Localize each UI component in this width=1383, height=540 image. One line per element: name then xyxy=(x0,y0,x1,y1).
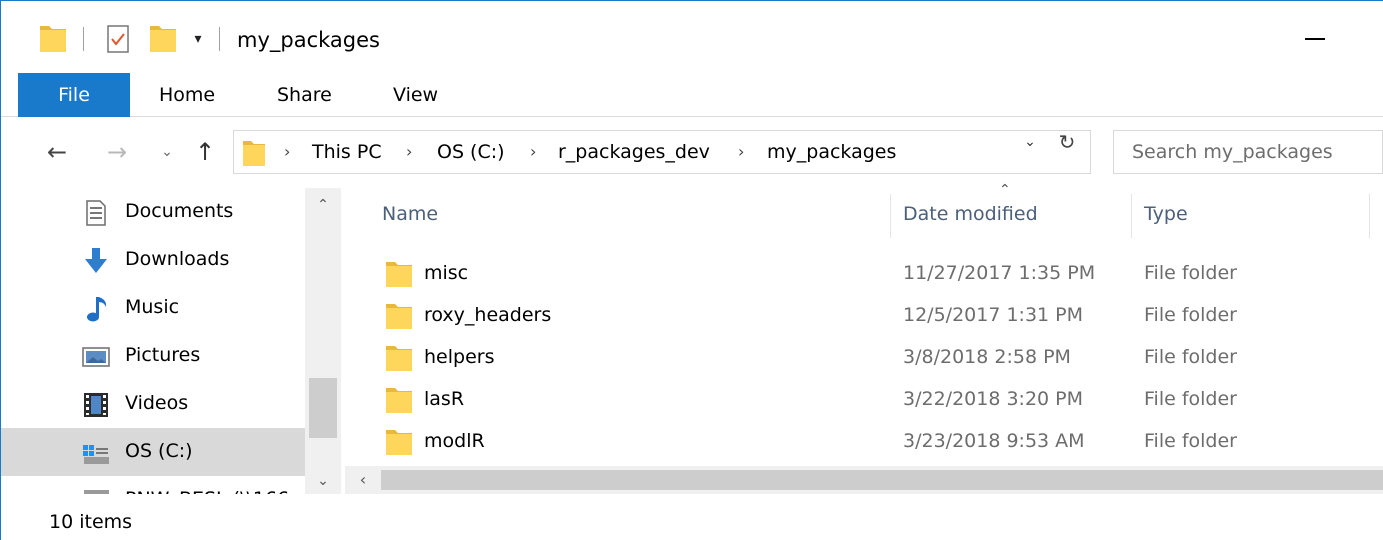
file-list: Name ⌃ Date modified Type misc 11/27/201… xyxy=(345,182,1383,494)
properties-icon[interactable] xyxy=(107,25,129,53)
quick-access-dropdown-icon[interactable]: ▾ xyxy=(187,27,209,51)
row-date-modified: 3/22/2018 3:20 PM xyxy=(903,388,1084,410)
nav-item-label: Downloads xyxy=(125,248,230,270)
window-title: my_packages xyxy=(237,28,380,52)
status-bar: 10 items xyxy=(1,494,1383,540)
drive-icon xyxy=(81,438,111,468)
breadcrumb-separator[interactable]: › xyxy=(284,140,290,164)
folder-icon xyxy=(385,428,413,460)
pictures-icon xyxy=(81,342,111,372)
breadcrumb-my-packages[interactable]: my_packages xyxy=(767,138,896,166)
breadcrumb-this-pc[interactable]: This PC xyxy=(312,138,382,166)
tab-home[interactable]: Home xyxy=(159,73,215,117)
folder-icon xyxy=(385,344,413,376)
back-arrow-icon[interactable]: ← xyxy=(41,132,73,172)
column-header-type[interactable]: Type xyxy=(1144,188,1188,240)
item-count: 10 items xyxy=(49,511,133,533)
quick-access-separator xyxy=(83,27,84,51)
row-name: lasR xyxy=(424,388,465,410)
nav-item-downloads[interactable]: Downloads xyxy=(1,236,305,284)
nav-item-label: Documents xyxy=(125,200,234,222)
nav-item-videos[interactable]: Videos xyxy=(1,380,305,428)
explorer-window: ▾ my_packages File Home Share View ← → ⌄… xyxy=(0,0,1383,540)
network-drive-icon xyxy=(81,486,111,494)
videos-icon xyxy=(81,390,111,420)
scroll-left-chevron-icon[interactable]: ‹ xyxy=(349,466,377,494)
nav-pane-scrollbar[interactable] xyxy=(305,188,341,494)
scroll-down-chevron-icon[interactable]: ⌄ xyxy=(305,468,341,494)
column-divider[interactable] xyxy=(1131,194,1132,238)
folder-icon xyxy=(385,260,413,292)
row-type: File folder xyxy=(1144,388,1237,410)
file-list-scroll-thumb[interactable] xyxy=(381,470,1383,490)
breadcrumb-separator[interactable]: › xyxy=(406,140,412,164)
nav-pane-scroll-thumb[interactable] xyxy=(309,378,337,438)
tab-view[interactable]: View xyxy=(393,73,438,117)
breadcrumb-r-packages-dev[interactable]: r_packages_dev xyxy=(558,138,710,166)
nav-item-network-drive[interactable]: PNW_BESL (\\166 xyxy=(1,476,305,494)
table-row[interactable]: roxy_headers 12/5/2017 1:31 PM File fold… xyxy=(345,294,1383,336)
breadcrumb-os-c[interactable]: OS (C:) xyxy=(437,138,505,166)
column-header-date-modified[interactable]: Date modified xyxy=(903,188,1038,240)
row-date-modified: 3/23/2018 9:53 AM xyxy=(903,430,1085,452)
forward-arrow-icon[interactable]: → xyxy=(101,132,133,172)
row-type: File folder xyxy=(1144,262,1237,284)
up-arrow-icon[interactable]: ↑ xyxy=(189,132,221,172)
new-folder-icon[interactable] xyxy=(149,23,177,53)
column-divider[interactable] xyxy=(890,194,891,238)
tab-file[interactable]: File xyxy=(18,73,130,117)
navigation-pane: Documents Downloads Music Pictures Video… xyxy=(1,188,345,494)
row-name: misc xyxy=(424,262,469,284)
address-row: ← → ⌄ ↑ › This PC › OS (C:) › r_packages… xyxy=(1,118,1383,188)
row-date-modified: 11/27/2017 1:35 PM xyxy=(903,262,1096,284)
downloads-icon xyxy=(81,246,111,276)
address-history-chevron-icon[interactable]: ⌄ xyxy=(1019,130,1041,154)
column-header-name[interactable]: Name xyxy=(382,188,438,240)
title-separator xyxy=(219,27,220,51)
folder-icon xyxy=(242,139,266,171)
row-name: modlR xyxy=(424,430,485,452)
folder-icon xyxy=(385,302,413,334)
tab-share[interactable]: Share xyxy=(277,73,332,117)
documents-icon xyxy=(81,198,111,228)
row-date-modified: 3/8/2018 2:58 PM xyxy=(903,346,1071,368)
nav-item-pictures[interactable]: Pictures xyxy=(1,332,305,380)
row-name: roxy_headers xyxy=(424,304,552,326)
row-type: File folder xyxy=(1144,304,1237,326)
file-list-horizontal-scrollbar[interactable]: ‹ xyxy=(345,466,1383,494)
scroll-up-chevron-icon[interactable]: ⌃ xyxy=(305,192,341,218)
title-bar: ▾ my_packages xyxy=(1,1,1383,73)
minimize-button[interactable] xyxy=(1273,11,1383,61)
row-date-modified: 12/5/2017 1:31 PM xyxy=(903,304,1084,326)
breadcrumb-separator[interactable]: › xyxy=(530,140,536,164)
nav-item-label: OS (C:) xyxy=(125,440,193,462)
nav-item-os-c[interactable]: OS (C:) xyxy=(1,428,305,476)
nav-item-label: Music xyxy=(125,296,180,318)
row-name: helpers xyxy=(424,346,495,368)
folder-icon xyxy=(385,386,413,418)
table-row[interactable]: misc 11/27/2017 1:35 PM File folder xyxy=(345,252,1383,294)
row-type: File folder xyxy=(1144,430,1237,452)
table-row[interactable]: helpers 3/8/2018 2:58 PM File folder xyxy=(345,336,1383,378)
music-icon xyxy=(81,294,111,324)
row-type: File folder xyxy=(1144,346,1237,368)
nav-item-label: Videos xyxy=(125,392,189,414)
column-divider[interactable] xyxy=(1369,194,1370,238)
nav-item-label: PNW_BESL (\\166 xyxy=(125,485,289,494)
nav-item-label: Pictures xyxy=(125,344,201,366)
folder-icon[interactable] xyxy=(39,23,67,53)
nav-item-documents[interactable]: Documents xyxy=(1,188,305,236)
breadcrumb-separator[interactable]: › xyxy=(738,140,744,164)
refresh-icon[interactable]: ↻ xyxy=(1053,128,1081,156)
nav-item-music[interactable]: Music xyxy=(1,284,305,332)
ribbon-tabs: File Home Share View xyxy=(1,73,1383,117)
table-row[interactable]: modlR 3/23/2018 9:53 AM File folder xyxy=(345,420,1383,462)
search-input[interactable]: Search my_packages xyxy=(1113,130,1383,174)
table-row[interactable]: lasR 3/22/2018 3:20 PM File folder xyxy=(345,378,1383,420)
recent-locations-chevron-icon[interactable]: ⌄ xyxy=(156,132,178,172)
address-bar[interactable]: › This PC › OS (C:) › r_packages_dev › m… xyxy=(233,130,1091,174)
